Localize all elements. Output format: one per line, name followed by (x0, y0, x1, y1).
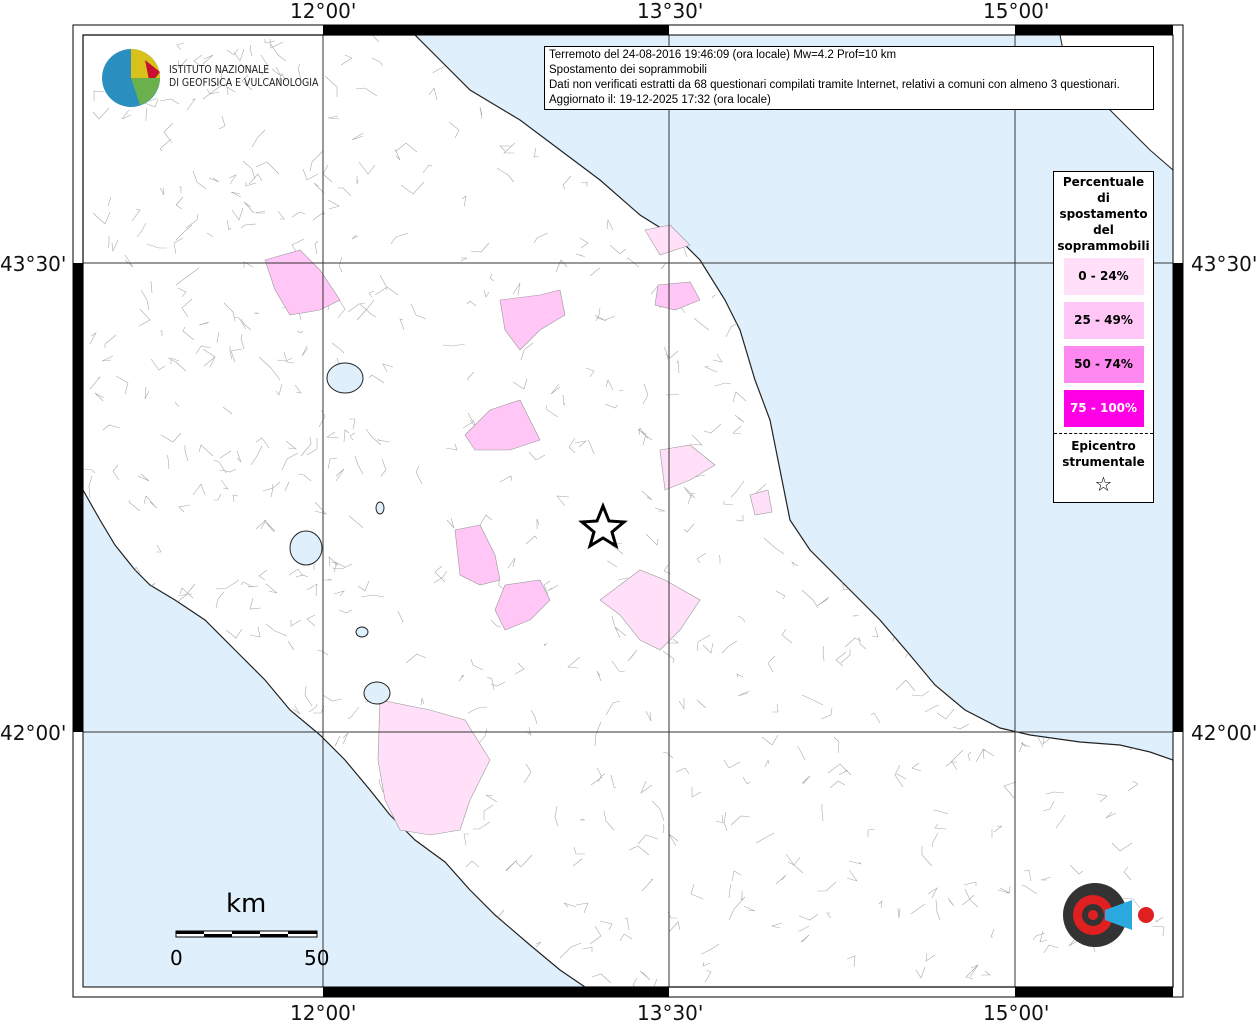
legend-title-line: di (1097, 191, 1110, 205)
scale-min: 0 (170, 946, 183, 970)
legend-class-0-24: 0 - 24% (1063, 258, 1144, 295)
event-title: Terremoto del 24-08-2016 19:46:09 (ora l… (549, 49, 897, 61)
logo-line: ISTITUTO NAZIONALE (169, 63, 270, 76)
lon-label-bottom: 12°00' (290, 1001, 357, 1025)
logo-line: DI GEOFISICA E VULCANOLOGIA (169, 76, 319, 89)
legend-divider (1054, 433, 1153, 434)
legend-title-line: Percentuale (1062, 175, 1145, 189)
lon-label-top: 15°00' (983, 0, 1050, 23)
lat-label-right: 43°30' (1191, 252, 1256, 276)
star-icon: ☆ (1094, 472, 1113, 496)
legend-class-50-74: 50 - 74% (1063, 346, 1144, 383)
scale-unit: km (226, 889, 267, 919)
lake-trasimeno (326, 362, 364, 394)
legend: Percentuale di spostamento del soprammob… (1053, 171, 1154, 503)
legend-epicenter-label: Epicentro (1071, 439, 1136, 453)
ingv-logo-icon (102, 49, 160, 107)
event-info-box: Terremoto del 24-08-2016 19:46:09 (ora l… (544, 46, 1154, 110)
legend-epicenter-label: strumentale (1062, 455, 1145, 469)
legend-title: Percentuale di spostamento del soprammob… (1054, 172, 1153, 254)
updated-at: Aggiornato il: 19-12-2025 17:32 (ora loc… (549, 94, 771, 106)
data-note: Dati non verificati estratti da 68 quest… (549, 79, 1120, 91)
lake-small (375, 501, 385, 515)
ingv-logo-text: ISTITUTO NAZIONALE DI GEOFISICA E VULCAN… (169, 63, 318, 89)
legend-title-line: del (1093, 223, 1114, 237)
lake-vico (355, 626, 369, 638)
lon-label-top: 12°00' (290, 0, 357, 23)
legend-title-line: soprammobili (1057, 239, 1150, 253)
lake-bolsena (289, 530, 323, 566)
scale-max: 50 (304, 946, 330, 970)
legend-class-75-100: 75 - 100% (1063, 390, 1144, 427)
lon-label-top: 13°30' (637, 0, 704, 23)
legend-class-25-49: 25 - 49% (1063, 302, 1144, 339)
lake-bracciano (363, 681, 391, 705)
map-subject: Spostamento dei soprammobili (549, 64, 707, 76)
legend-title-line: spostamento (1059, 207, 1148, 221)
lat-label-left: 43°30' (0, 252, 67, 276)
scale-bar (175, 930, 318, 938)
intensity-map (72, 24, 1184, 998)
lat-label-right: 42°00' (1191, 721, 1256, 745)
lat-label-left: 42°00' (0, 721, 67, 745)
lon-label-bottom: 15°00' (983, 1001, 1050, 1025)
lon-label-bottom: 13°30' (637, 1001, 704, 1025)
